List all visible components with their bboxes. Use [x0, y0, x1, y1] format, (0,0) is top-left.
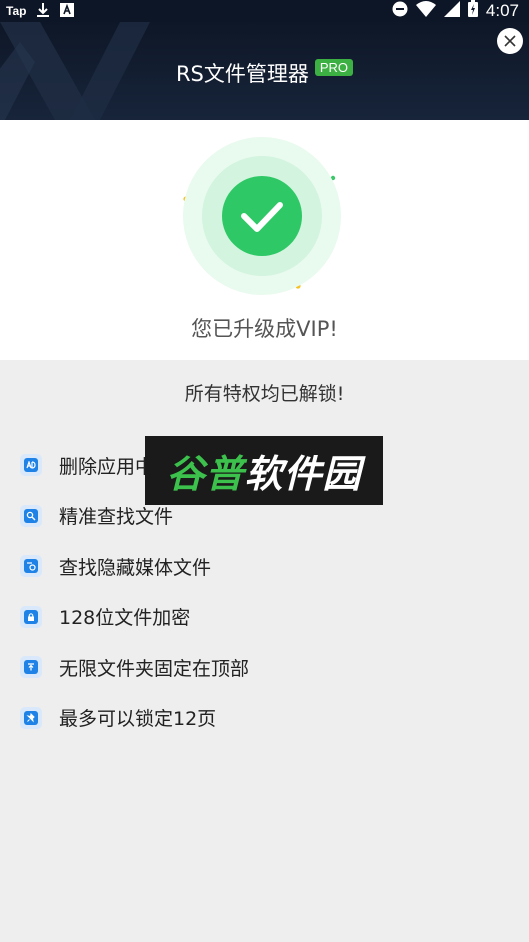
unlock-message: 所有特权均已解锁! — [184, 383, 345, 405]
wifi-icon — [415, 0, 436, 22]
battery-icon — [467, 0, 478, 22]
dnd-icon — [392, 1, 408, 22]
file-search-icon — [20, 504, 42, 527]
feature-label: 无限文件夹固定在顶部 — [59, 657, 250, 680]
ad-icon — [20, 454, 42, 477]
feature-label: 128位文件加密 — [59, 607, 191, 630]
success-check-badge — [183, 137, 341, 295]
close-button[interactable] — [497, 28, 523, 54]
feature-label: 最多可以锁定12页 — [59, 708, 217, 731]
feature-label: 精准查找文件 — [59, 506, 174, 529]
check-circle-icon — [183, 137, 341, 295]
list-item: 最多可以锁定12页 — [20, 693, 249, 744]
carrier-label: Tap — [6, 4, 27, 18]
page-title: RS文件管理器 PRO — [0, 58, 529, 88]
list-item: 无限文件夹固定在顶部 — [20, 642, 249, 693]
status-bar: Tap 4:07 — [0, 0, 529, 22]
watermark-logo: 谷普 软件园 — [145, 436, 383, 505]
feature-label: 查找隐藏媒体文件 — [59, 556, 212, 579]
watermark-part1: 谷普 — [166, 452, 245, 496]
vip-success-panel: 您已升级成VIP! — [0, 120, 529, 360]
signal-icon — [443, 0, 460, 22]
app-notification-icon — [60, 2, 75, 20]
pro-badge: PRO — [314, 59, 354, 76]
vip-upgrade-message: 您已升级成VIP! — [191, 317, 338, 341]
clock: 4:07 — [485, 1, 519, 20]
close-icon — [504, 35, 516, 47]
list-item: 128位文件加密 — [20, 592, 249, 643]
download-icon — [36, 2, 50, 21]
list-item: 查找隐藏媒体文件 — [20, 541, 249, 592]
watermark-part2: 软件园 — [244, 452, 362, 496]
hidden-media-icon — [20, 555, 42, 578]
pin-icon — [20, 706, 42, 729]
folder-pin-icon — [20, 656, 42, 679]
header: RS文件管理器 PRO — [0, 22, 529, 120]
lock-icon — [20, 605, 42, 628]
app-title: RS文件管理器 — [175, 62, 309, 86]
